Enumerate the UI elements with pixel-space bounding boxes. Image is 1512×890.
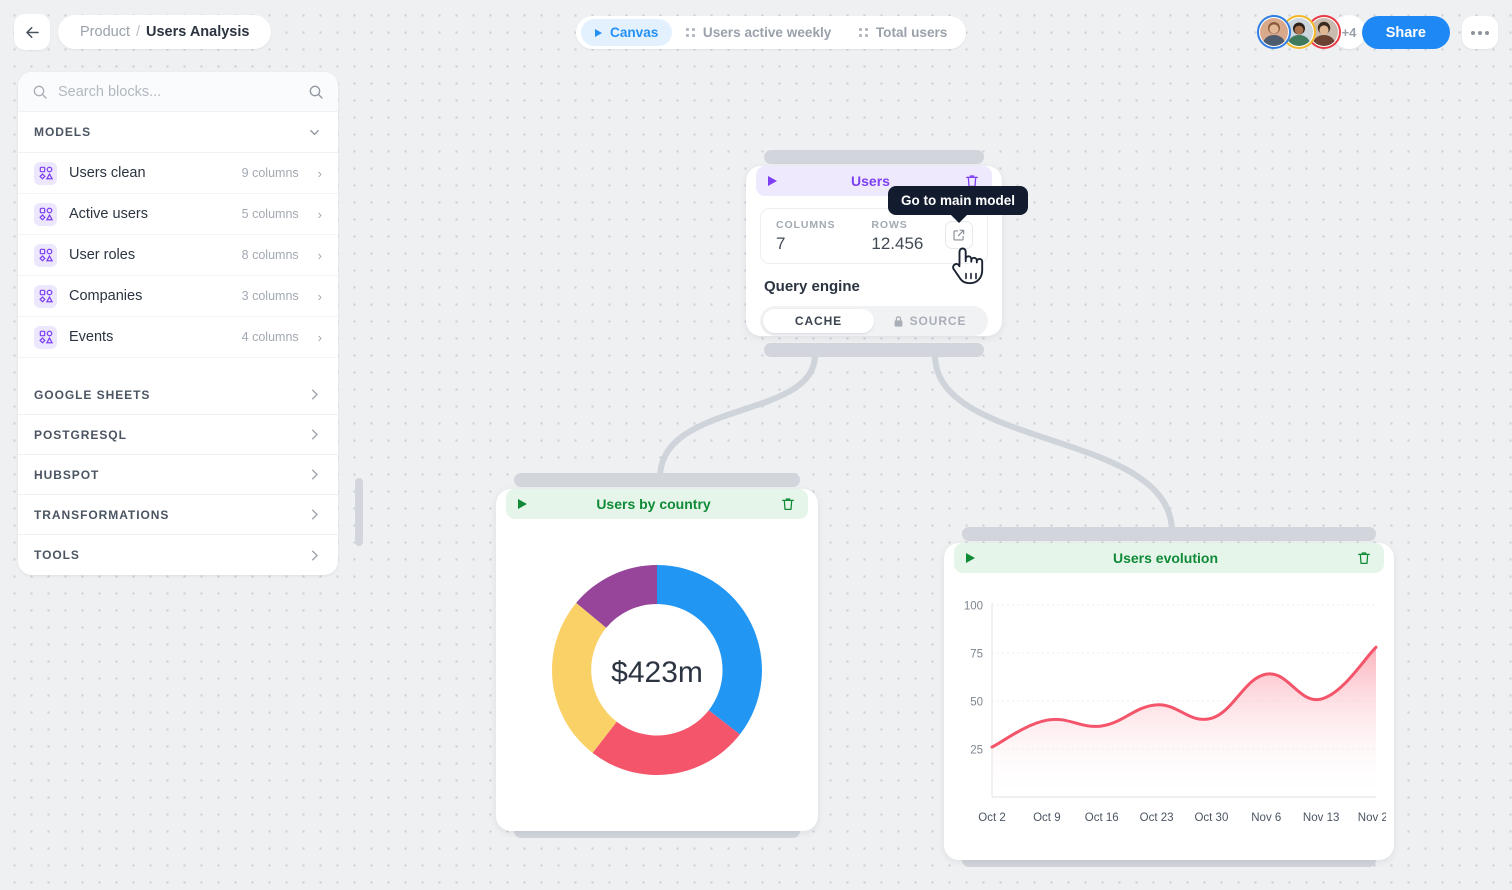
tab-canvas-label: Canvas (610, 25, 659, 40)
svg-text:50: 50 (970, 697, 983, 709)
play-icon (595, 28, 602, 37)
tab-total-users-label: Total users (875, 25, 948, 40)
svg-text:100: 100 (964, 601, 983, 613)
play-icon[interactable] (966, 553, 975, 563)
canvas-scrollbar[interactable] (355, 478, 363, 546)
node-stack-top (962, 527, 1376, 541)
svg-text:Oct 23: Oct 23 (1140, 812, 1174, 824)
view-tabs: Canvas Users active weekly Total users (576, 16, 967, 49)
node-body: Users by country $423m (496, 489, 818, 831)
node-users-evolution[interactable]: Users evolution 25 50 75 100 Oct 2 Oct 9 Oct 1… (944, 527, 1394, 867)
play-icon[interactable] (518, 499, 527, 509)
engine-option-cache[interactable]: CACHE (763, 309, 874, 333)
donut-center-label: $423m (611, 656, 703, 689)
node-country-header: Users by country (506, 489, 808, 519)
svg-text:25: 25 (970, 745, 983, 757)
dot-grid-icon (686, 28, 695, 37)
external-link-icon (953, 229, 965, 241)
tab-total-users[interactable]: Total users (845, 19, 961, 46)
arrow-left-icon (25, 26, 39, 38)
breadcrumb[interactable]: Product / Users Analysis (58, 15, 272, 49)
query-engine-label: Query engine (764, 278, 860, 295)
svg-text:Nov 13: Nov 13 (1303, 812, 1339, 824)
dot-grid-icon (859, 28, 868, 37)
svg-text:Oct 30: Oct 30 (1194, 812, 1228, 824)
node-evolution-title: Users evolution (1112, 550, 1219, 566)
top-bar: Product / Users Analysis Canvas Users ac… (0, 0, 1512, 64)
node-users-by-country[interactable]: Users by country $423m (496, 473, 818, 838)
svg-text:Nov 20: Nov 20 (1358, 812, 1386, 824)
stat-columns: COLUMNS 7 (776, 219, 835, 254)
node-evolution-header: Users evolution (954, 543, 1384, 573)
query-engine-toggle: CACHE SOURCE (760, 306, 988, 336)
app-root: Product / Users Analysis Canvas Users ac… (0, 0, 1512, 890)
node-body: Users evolution 25 50 75 100 Oct 2 Oct 9 Oct 1… (944, 543, 1394, 860)
area-chart: 25 50 75 100 Oct 2 Oct 9 Oct 16 Oct 23 Oct 30 Nov… (944, 573, 1394, 860)
donut-chart: $423m (496, 519, 818, 831)
more-options-button[interactable] (1462, 16, 1498, 49)
breadcrumb-current: Users Analysis (146, 24, 250, 40)
svg-text:Nov 6: Nov 6 (1251, 812, 1281, 824)
collaborator-avatars: +4 (1257, 15, 1366, 49)
ellipsis-icon (1471, 30, 1475, 35)
share-button[interactable]: Share (1361, 16, 1450, 49)
go-to-main-model-button[interactable] (945, 221, 973, 249)
play-icon[interactable] (768, 176, 777, 186)
svg-text:Oct 2: Oct 2 (978, 812, 1005, 824)
tooltip-go-to-main-model: Go to main model (888, 186, 1029, 223)
stat-columns-value: 7 (776, 233, 786, 253)
lock-icon (894, 315, 903, 327)
stat-columns-label: COLUMNS (776, 218, 836, 231)
breadcrumb-separator: / (135, 24, 141, 40)
node-stack-top (514, 473, 800, 487)
svg-text:Oct 16: Oct 16 (1085, 812, 1119, 824)
tab-users-active-weekly[interactable]: Users active weekly (672, 19, 845, 46)
breadcrumb-parent[interactable]: Product (80, 24, 130, 40)
tab-canvas[interactable]: Canvas (581, 19, 673, 46)
tab-users-active-weekly-label: Users active weekly (702, 25, 832, 40)
node-stack-bottom (764, 343, 984, 357)
svg-text:Oct 9: Oct 9 (1033, 812, 1060, 824)
engine-option-source[interactable]: SOURCE (874, 309, 985, 333)
stat-rows: ROWS 12.456 (871, 219, 923, 254)
stat-rows-value: 12.456 (871, 233, 924, 253)
engine-option-cache-label: CACHE (794, 314, 843, 328)
avatar[interactable] (1257, 15, 1291, 49)
stat-rows-label: ROWS (871, 218, 908, 231)
node-stack-top (764, 150, 984, 164)
engine-option-source-label: SOURCE (909, 314, 967, 328)
svg-text:75: 75 (970, 649, 983, 661)
trash-icon[interactable] (1356, 550, 1372, 566)
trash-icon[interactable] (780, 496, 796, 512)
back-button[interactable] (14, 14, 50, 50)
node-country-title: Users by country (596, 496, 711, 512)
